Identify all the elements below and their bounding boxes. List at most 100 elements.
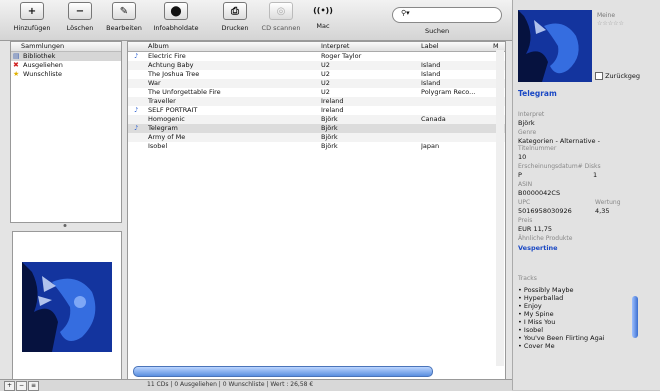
sidebar-item-library[interactable]: ▤ Bibliothek [11, 52, 121, 61]
checkbox-icon [595, 72, 603, 80]
upc-label: UPC [518, 199, 531, 206]
column-header-artist[interactable]: Interpret [321, 42, 349, 51]
track-item[interactable]: • Possibly Maybe [518, 286, 646, 294]
print-button[interactable]: ⎙ Drucken [218, 2, 252, 32]
table-row[interactable]: The Joshua Tree U2 Island [128, 70, 505, 79]
disks-field: 1 [593, 171, 598, 179]
scan-cd-button[interactable]: ◎ CD scannen [258, 2, 304, 32]
artist-cell: Roger Taylor [321, 52, 362, 60]
label-cell: Island [421, 79, 441, 87]
print-label: Drucken [221, 24, 249, 32]
table-row[interactable]: ♪ SELF PORTRAIT Ireland [128, 106, 505, 115]
table-row[interactable]: The Unforgettable Fire U2 Polygram Reco... [128, 88, 505, 97]
upc-field: 5016958030926 [518, 207, 572, 215]
label-cell: Island [421, 61, 441, 69]
sidebar-splitter[interactable] [10, 222, 120, 229]
table-row[interactable]: Achtung Baby U2 Island [128, 61, 505, 70]
artist-cell: U2 [321, 61, 330, 69]
search-input[interactable]: ⚲▾ [392, 7, 502, 23]
album-list[interactable]: Album Interpret Label M ♪ Electric Fire Ro… [127, 41, 506, 382]
splitter-handle-icon [63, 224, 67, 227]
track-list[interactable]: • Possibly Maybe • Hyperballad • Enjoy •… [518, 286, 646, 378]
artist-cell: Björk [321, 133, 338, 141]
rating-stars[interactable]: ☆☆☆☆☆ [597, 20, 624, 27]
cover-preview [12, 231, 122, 380]
label-cell: Polygram Reco... [421, 88, 476, 96]
album-cell: The Joshua Tree [148, 70, 200, 78]
artist-cell: U2 [321, 79, 330, 87]
track-item[interactable]: • You've Been Flirting Agai [518, 334, 646, 342]
tracks-label: Tracks [518, 275, 537, 282]
asin-label: ASIN [518, 181, 533, 188]
sidebar-item-borrowed[interactable]: ✖ Ausgeliehen [11, 61, 121, 70]
column-header-label[interactable]: Label [421, 42, 439, 51]
label-cell: Japan [421, 142, 440, 150]
label-cell: Canada [421, 115, 446, 123]
music-note-icon: ♪ [134, 106, 139, 114]
mac-button[interactable]: ((•)) Mac [308, 2, 338, 31]
table-row[interactable]: Homogenic Björk Canada [128, 115, 505, 124]
table-row[interactable]: Isobel Björk Japan [128, 142, 505, 151]
search-label: Suchen [425, 27, 450, 35]
sidebar-item-label: Bibliothek [23, 52, 56, 60]
genre-field-label: Genre [518, 129, 537, 136]
status-text: 11 CDs | 0 Ausgeliehen | 0 Wunschliste |… [147, 381, 314, 388]
table-row[interactable]: Traveller Ireland [128, 97, 505, 106]
vertical-scrollbar[interactable] [496, 50, 504, 366]
panel-title: Telegram [518, 89, 557, 98]
returned-checkbox[interactable]: Zurückgeg [595, 72, 640, 80]
artist-cell: Björk [321, 115, 338, 123]
artist-cell: Björk [321, 124, 338, 132]
music-note-icon: ♪ [134, 124, 139, 132]
album-cell: Army of Me [148, 133, 186, 141]
album-cell: Achtung Baby [148, 61, 194, 69]
add-button[interactable]: + Hinzufügen [12, 2, 52, 32]
album-cell: Electric Fire [148, 52, 186, 60]
track-item[interactable]: • Cover Me [518, 342, 646, 350]
table-row[interactable]: Army of Me Björk [128, 133, 505, 142]
artist-cell: Ireland [321, 97, 344, 105]
table-row[interactable]: ♪ Telegram Björk [128, 124, 505, 133]
track-list-scrollbar[interactable] [632, 296, 638, 338]
horizontal-scrollbar[interactable] [133, 366, 433, 377]
sidebar-item-label: Ausgeliehen [23, 61, 63, 69]
add-label: Hinzufügen [13, 24, 51, 32]
table-row[interactable]: War U2 Island [128, 79, 505, 88]
release-date-field: P [518, 171, 522, 179]
asin-field: B0000042CS [518, 189, 561, 197]
info-fetch-icon: ⬤ [164, 2, 188, 20]
album-cell: The Unforgettable Fire [148, 88, 221, 96]
collections-header[interactable]: Sammlungen [11, 42, 121, 52]
album-cell: War [148, 79, 161, 87]
artist-cell: U2 [321, 70, 330, 78]
delete-button[interactable]: − Löschen [60, 2, 100, 32]
track-item[interactable]: • My Spine [518, 310, 646, 318]
column-header-album[interactable]: Album [148, 42, 169, 51]
rating-label: Wertung [595, 199, 621, 206]
track-item[interactable]: • I Miss You [518, 318, 646, 326]
similar-product-link[interactable]: Vespertine [518, 244, 558, 252]
toolbar: + Hinzufügen − Löschen ✎ Bearbeiten ⬤ In… [0, 0, 512, 41]
rating-field: 4,35 [595, 207, 610, 215]
artist-cell: U2 [321, 88, 330, 96]
album-cell: Homogenic [148, 115, 185, 123]
search-icon: ⚲▾ [401, 9, 410, 17]
delete-label: Löschen [66, 24, 94, 32]
release-date-label: Erscheinungsdatum# Disks [518, 163, 601, 170]
collections-sidebar: Sammlungen ▤ Bibliothek ✖ Ausgeliehen ★ … [10, 41, 122, 223]
table-row[interactable]: ♪ Electric Fire Roger Taylor [128, 52, 505, 61]
music-note-icon: ♪ [134, 52, 139, 60]
track-item[interactable]: • Enjoy [518, 302, 646, 310]
sidebar-item-wishlist[interactable]: ★ Wunschliste [11, 70, 121, 79]
track-item[interactable]: • Isobel [518, 326, 646, 334]
album-cell: Traveller [148, 97, 176, 105]
status-bar: + − ≡ 11 CDs | 0 Ausgeliehen | 0 Wunschl… [0, 379, 512, 391]
track-item[interactable]: • Hyperballad [518, 294, 646, 302]
fetch-info-button[interactable]: ⬤ Infoabholdate [148, 2, 204, 32]
edit-button[interactable]: ✎ Bearbeiten [104, 2, 144, 32]
label-cell: Island [421, 70, 441, 78]
artist-field: Björk [518, 119, 535, 127]
library-icon: ▤ [13, 52, 20, 60]
edit-label: Bearbeiten [106, 24, 142, 32]
scan-cd-label: CD scannen [261, 24, 301, 32]
